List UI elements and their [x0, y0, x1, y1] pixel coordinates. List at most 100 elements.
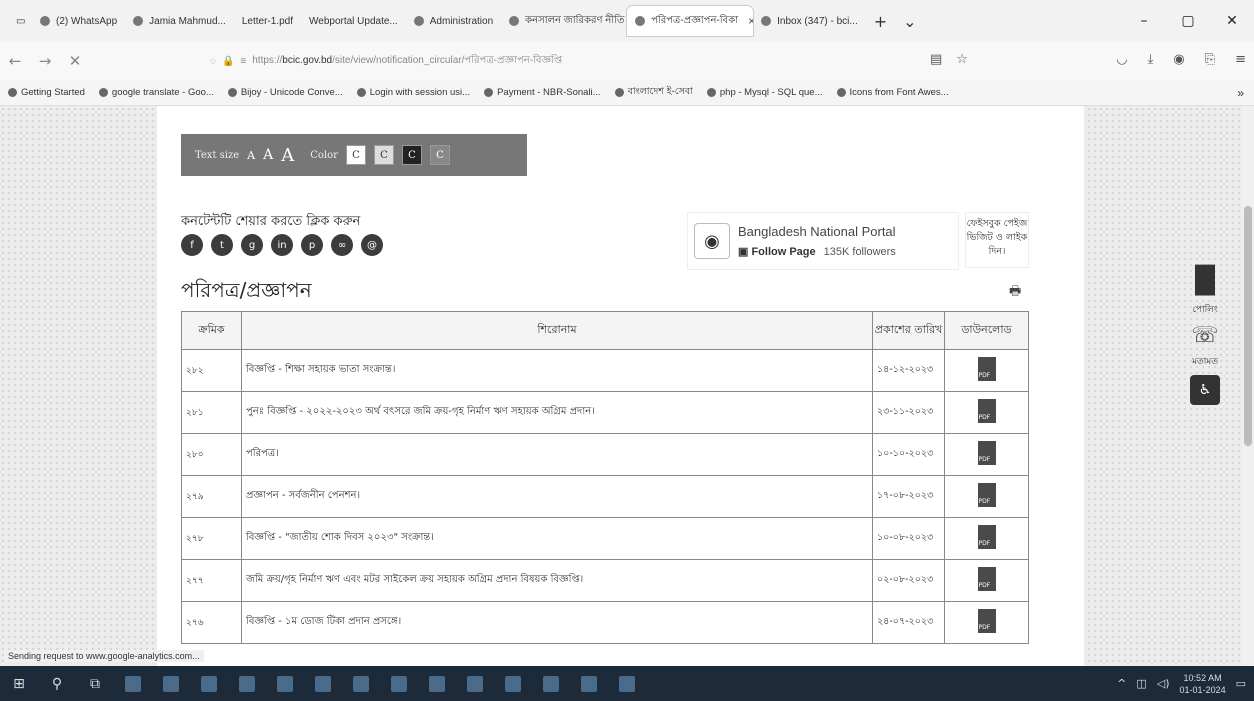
pinterest-icon[interactable]: p: [301, 234, 323, 256]
new-tab-button[interactable]: +: [866, 12, 895, 31]
scrollbar-thumb[interactable]: [1244, 206, 1252, 446]
reader-view-icon[interactable]: ▤: [930, 52, 942, 67]
edge-icon[interactable]: [114, 666, 152, 701]
status-bar-text: Sending request to www.google-analytics.…: [4, 650, 204, 662]
bookmark-item[interactable]: Login with session usi...: [356, 87, 470, 98]
print-icon[interactable]: 🖶: [1009, 282, 1021, 304]
pdf-download-icon[interactable]: [977, 483, 996, 507]
text-size-medium-button[interactable]: A: [263, 147, 273, 163]
row-title-link[interactable]: পুনঃ বিজ্ঞপ্তি - ২০২২-২০২৩ অর্থ বৎসরে জম…: [241, 391, 873, 434]
pdf-download-icon[interactable]: [977, 441, 996, 465]
back-icon[interactable]: ←: [0, 52, 30, 70]
row-date: ১০-০৮-২০২৩: [872, 517, 945, 560]
bookmark-item[interactable]: google translate - Goo...: [98, 87, 214, 98]
extensions-icon[interactable]: ⎘: [1205, 52, 1215, 67]
system-tray: ^ ◫ ◁) 10:52 AM 01-01-2024 ▭: [1117, 666, 1246, 701]
portal-name[interactable]: Bangladesh National Portal: [738, 224, 896, 239]
close-window-icon[interactable]: ✕: [1210, 13, 1254, 29]
app-icon[interactable]: [342, 666, 380, 701]
row-title-link[interactable]: প্রজ্ঞাপন - সর্বজনীন পেনশন।: [241, 475, 873, 518]
text-size-small-button[interactable]: A: [247, 149, 255, 162]
row-title-link[interactable]: বিজ্ঞপ্তি - শিক্ষা সহায়ক ভাতা সংক্রান্ত…: [241, 349, 873, 392]
bookmark-item[interactable]: Getting Started: [8, 87, 85, 98]
tab-notification-circular[interactable]: পরিপত্র-প্রজ্ঞাপন-বিকা ×: [627, 6, 754, 36]
bookmark-item[interactable]: বাংলাদেশ ই-সেবা: [614, 85, 693, 100]
firefox-icon[interactable]: [456, 666, 494, 701]
text-size-large-button[interactable]: A: [281, 145, 294, 166]
menu-icon[interactable]: ≡: [1235, 52, 1246, 67]
maximize-icon[interactable]: ▢: [1166, 13, 1210, 29]
row-title-link[interactable]: বিজ্ঞপ্তি - "জাতীয় শোক দিবস ২০২৩" সংক্র…: [241, 517, 873, 560]
tab-overflow-icon[interactable]: ⌄: [895, 12, 924, 31]
bar-chart-icon[interactable]: ▐▌: [1185, 266, 1225, 296]
google-icon: [98, 88, 108, 97]
row-title-link[interactable]: জমি ক্রয়/গৃহ নির্মাণ ঋণ এবং মটর সাইকেল …: [241, 559, 873, 602]
clock[interactable]: 10:52 AM 01-01-2024: [1180, 672, 1226, 696]
account-icon[interactable]: ◉: [1173, 52, 1184, 67]
tab-whatsapp[interactable]: (2) WhatsApp: [32, 6, 125, 36]
link-icon[interactable]: ∞: [331, 234, 353, 256]
color-gray-button[interactable]: C: [373, 145, 394, 165]
pdf-download-icon[interactable]: [977, 399, 996, 423]
tab-administration[interactable]: Administration: [406, 6, 501, 36]
word-icon[interactable]: [266, 666, 304, 701]
color-medium-button[interactable]: C: [429, 145, 450, 165]
feedback-label[interactable]: মতামত: [1192, 354, 1218, 369]
minimize-icon[interactable]: –: [1122, 13, 1166, 29]
app-icon[interactable]: [608, 666, 646, 701]
email-icon[interactable]: @: [361, 234, 383, 256]
tab-consultation[interactable]: কনসালন জারিকরণ নীতি: [501, 6, 627, 36]
forward-icon[interactable]: →: [30, 52, 60, 70]
excel-icon[interactable]: [304, 666, 342, 701]
facebook-page-widget[interactable]: ◉ Bangladesh National Portal ▣ Follow Pa…: [687, 212, 959, 270]
file-explorer-icon[interactable]: [152, 666, 190, 701]
google-plus-icon[interactable]: g: [241, 234, 263, 256]
pocket-icon[interactable]: ◡: [1116, 52, 1127, 67]
accessibility-icon[interactable]: ♿: [1190, 375, 1220, 405]
bookmark-item[interactable]: php - Mysql - SQL que...: [706, 87, 823, 98]
app-icon[interactable]: [418, 666, 456, 701]
tab-list-button[interactable]: ▭: [8, 6, 32, 36]
bookmarks-overflow-icon[interactable]: »: [1237, 86, 1244, 100]
page-scrollbar[interactable]: [1242, 106, 1254, 666]
pdf-download-icon[interactable]: [977, 567, 996, 591]
bookmark-star-icon[interactable]: ☆: [956, 52, 968, 67]
color-white-button[interactable]: C: [345, 145, 366, 165]
pdf-download-icon[interactable]: [977, 609, 996, 633]
app-icon[interactable]: [570, 666, 608, 701]
polling-label[interactable]: পোলিং: [1192, 302, 1218, 317]
bookmark-item[interactable]: Payment - NBR-Sonali...: [484, 87, 601, 98]
url-bar[interactable]: ◌ 🔒 ≡ https://bcic.gov.bd/site/view/noti…: [210, 49, 990, 73]
store-icon[interactable]: [190, 666, 228, 701]
search-icon[interactable]: ⚲: [38, 666, 76, 701]
twitter-icon[interactable]: t: [211, 234, 233, 256]
notifications-icon[interactable]: ▭: [1236, 677, 1246, 690]
bookmark-item[interactable]: Icons from Font Awes...: [836, 87, 949, 98]
network-icon[interactable]: ◫: [1136, 677, 1146, 690]
app-icon[interactable]: [380, 666, 418, 701]
bookmark-item[interactable]: Bijoy - Unicode Conve...: [227, 87, 343, 98]
row-title-link[interactable]: পরিপত্র।: [241, 433, 873, 476]
app-icon[interactable]: [494, 666, 532, 701]
tab-inbox[interactable]: Inbox (347) - bci...: [753, 6, 866, 36]
stop-icon[interactable]: ✕: [60, 52, 90, 70]
row-title-link[interactable]: বিজ্ঞপ্তি - ১ম ডোজ টিকা প্রদান প্রসঙ্গে।: [241, 601, 873, 644]
color-dark-button[interactable]: C: [401, 145, 422, 165]
tab-letter[interactable]: Letter-1.pdf: [234, 6, 301, 36]
tab-jamia[interactable]: Jamia Mahmud...: [125, 6, 234, 36]
chrome-icon[interactable]: [532, 666, 570, 701]
pdf-download-icon[interactable]: [977, 525, 996, 549]
task-view-icon[interactable]: ⧉: [76, 666, 114, 701]
mail-icon[interactable]: [228, 666, 266, 701]
windows-start-icon[interactable]: ⊞: [0, 666, 38, 701]
download-icon[interactable]: ⤓: [1148, 52, 1154, 67]
facebook-icon[interactable]: f: [181, 234, 203, 256]
tab-webportal[interactable]: Webportal Update...: [301, 6, 406, 36]
tray-chevron-icon[interactable]: ^: [1117, 677, 1126, 690]
follow-page-button[interactable]: ▣ Follow Page: [738, 245, 816, 258]
volume-icon[interactable]: ◁): [1157, 677, 1170, 690]
feedback-icon[interactable]: ☏: [1191, 323, 1219, 348]
linkedin-icon[interactable]: in: [271, 234, 293, 256]
row-serial: ২৮১: [181, 391, 242, 434]
pdf-download-icon[interactable]: [977, 357, 996, 381]
